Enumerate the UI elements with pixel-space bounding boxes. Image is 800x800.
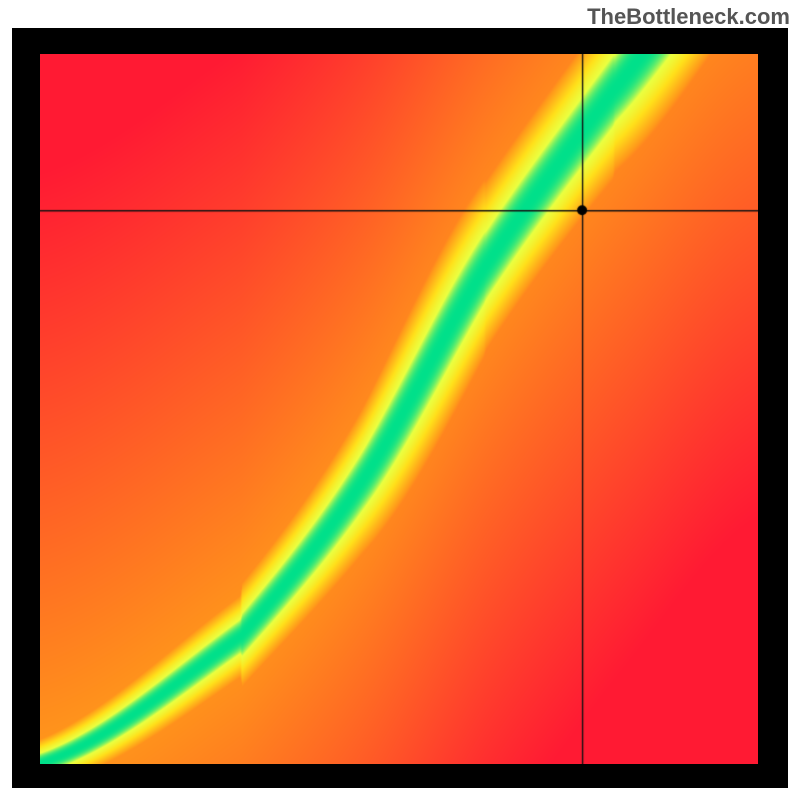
watermark-text: TheBottleneck.com (587, 4, 790, 30)
chart-container: TheBottleneck.com (0, 0, 800, 800)
heatmap-canvas (40, 54, 758, 764)
plot-border (12, 28, 788, 788)
